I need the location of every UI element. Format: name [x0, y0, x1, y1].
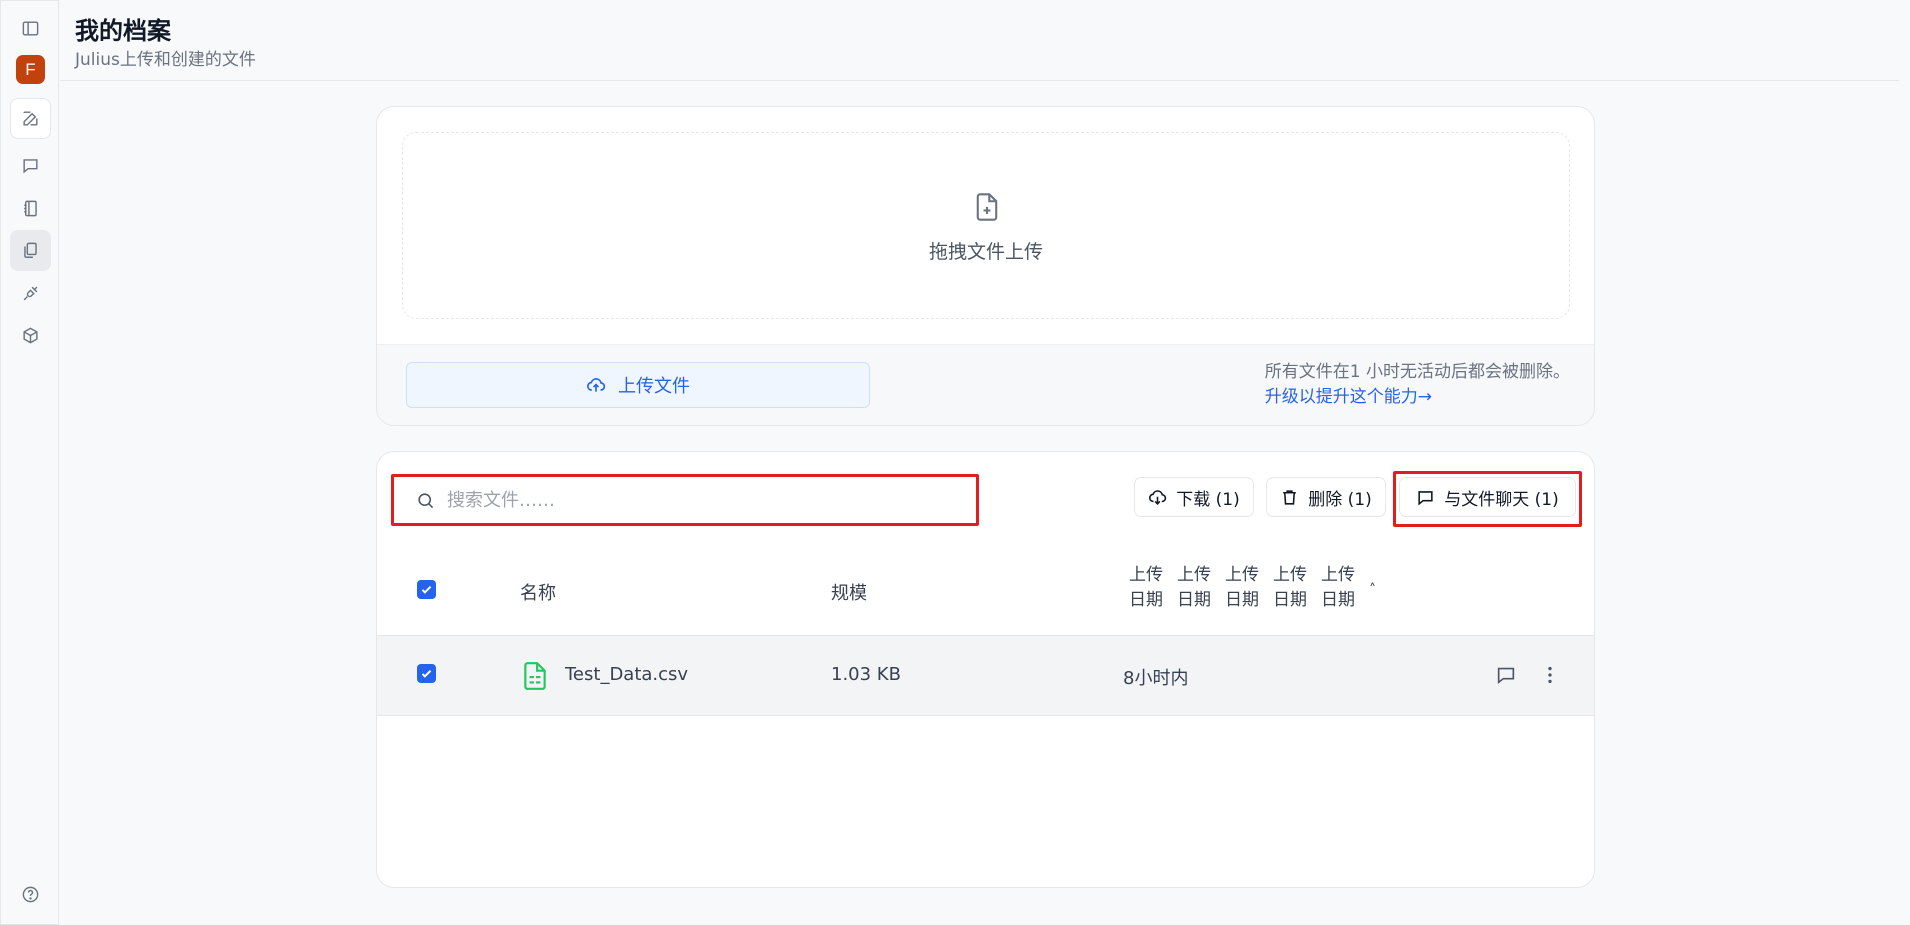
trash-icon	[1280, 488, 1299, 507]
message-square-icon	[1416, 488, 1435, 507]
cloud-download-icon	[1148, 488, 1167, 507]
upgrade-link[interactable]: 升级以提升这个能力→	[1265, 385, 1570, 410]
row-checkbox[interactable]	[417, 664, 436, 683]
column-header-name[interactable]: 名称	[520, 579, 556, 605]
date-header-part: 上传 日期	[1177, 565, 1211, 610]
search-highlight	[391, 474, 979, 526]
chat-with-files-label: 与文件聊天 (1)	[1444, 489, 1559, 510]
upload-card: 拖拽文件上传 上传文件 所有文件在1 小时无活动后都会被删除。 升级以提升这个能…	[376, 106, 1595, 426]
search-icon	[416, 491, 435, 510]
search-input[interactable]	[447, 489, 927, 511]
retention-notice: 所有文件在1 小时无活动后都会被删除。 升级以提升这个能力→	[1265, 360, 1570, 410]
table-row[interactable]: Test_Data.csv 1.03 KB 8小时内	[377, 635, 1594, 716]
new-chat-button[interactable]	[10, 98, 51, 139]
chats-nav-button[interactable]	[10, 145, 51, 186]
chat-with-files-button[interactable]: 与文件聊天 (1)	[1399, 477, 1576, 517]
toggle-sidebar-button[interactable]	[10, 8, 51, 49]
date-header-part: 上传 日期	[1129, 565, 1163, 610]
notebooks-nav-button[interactable]	[10, 188, 51, 229]
page-header: 我的档案 Julius上传和创建的文件	[60, 0, 1899, 81]
column-header-size[interactable]: 规模	[831, 579, 867, 605]
message-square-icon	[21, 156, 40, 175]
file-upload-date: 8小时内	[1123, 668, 1189, 689]
upload-bar: 上传文件 所有文件在1 小时无活动后都会被删除。 升级以提升这个能力→	[377, 344, 1594, 425]
plug-icon	[21, 284, 40, 303]
date-header-part: 上传 日期	[1273, 565, 1307, 610]
file-plus-icon	[973, 192, 1001, 222]
packages-nav-button[interactable]	[10, 315, 51, 356]
page-subtitle: Julius上传和创建的文件	[75, 50, 256, 70]
files-nav-button[interactable]	[10, 230, 51, 271]
help-circle-icon	[21, 885, 40, 904]
check-icon	[420, 667, 433, 680]
sidebar: F	[0, 0, 59, 925]
notebook-icon	[21, 199, 40, 218]
delete-button[interactable]: 删除 (1)	[1266, 477, 1386, 517]
download-label: 下载 (1)	[1176, 489, 1240, 510]
select-all-checkbox[interactable]	[417, 580, 436, 599]
files-icon	[21, 241, 40, 260]
date-header-part: 上传 日期	[1321, 565, 1355, 610]
row-more-button[interactable]	[1539, 664, 1561, 686]
more-vertical-icon	[1539, 664, 1561, 686]
edit-icon	[21, 109, 40, 128]
retention-notice-text: 所有文件在1 小时无活动后都会被删除。	[1264, 362, 1570, 382]
panel-left-icon	[21, 19, 40, 38]
delete-label: 删除 (1)	[1308, 489, 1372, 510]
check-icon	[420, 583, 433, 596]
avatar[interactable]: F	[16, 55, 45, 84]
row-chat-button[interactable]	[1495, 664, 1517, 686]
box-icon	[21, 326, 40, 345]
integrations-nav-button[interactable]	[10, 273, 51, 314]
page-title: 我的档案	[75, 17, 171, 45]
download-button[interactable]: 下载 (1)	[1134, 477, 1254, 517]
date-header-part: 上传 日期	[1225, 565, 1259, 610]
upload-file-button[interactable]: 上传文件	[406, 362, 870, 408]
file-name[interactable]: Test_Data.csv	[565, 664, 688, 685]
file-size: 1.03 KB	[831, 664, 901, 685]
message-square-icon	[1495, 664, 1517, 686]
csv-file-icon	[522, 661, 548, 691]
search-box[interactable]	[404, 479, 965, 521]
avatar-initial: F	[25, 59, 36, 79]
dropzone-label: 拖拽文件上传	[928, 241, 1043, 263]
cloud-upload-icon	[586, 375, 606, 395]
column-header-upload-date[interactable]: 上传 日期 上传 日期 上传 日期 上传 日期 上传 日期 ˄	[1129, 563, 1376, 613]
upload-file-label: 上传文件	[618, 376, 690, 397]
files-card: 下载 (1) 删除 (1) 与文件聊天 (1) 名称 规模 上传日期 上传日期 …	[376, 451, 1595, 888]
sort-ascending-icon[interactable]: ˄	[1369, 582, 1376, 598]
upload-dropzone[interactable]: 拖拽文件上传	[402, 132, 1570, 319]
help-button[interactable]	[10, 874, 51, 915]
